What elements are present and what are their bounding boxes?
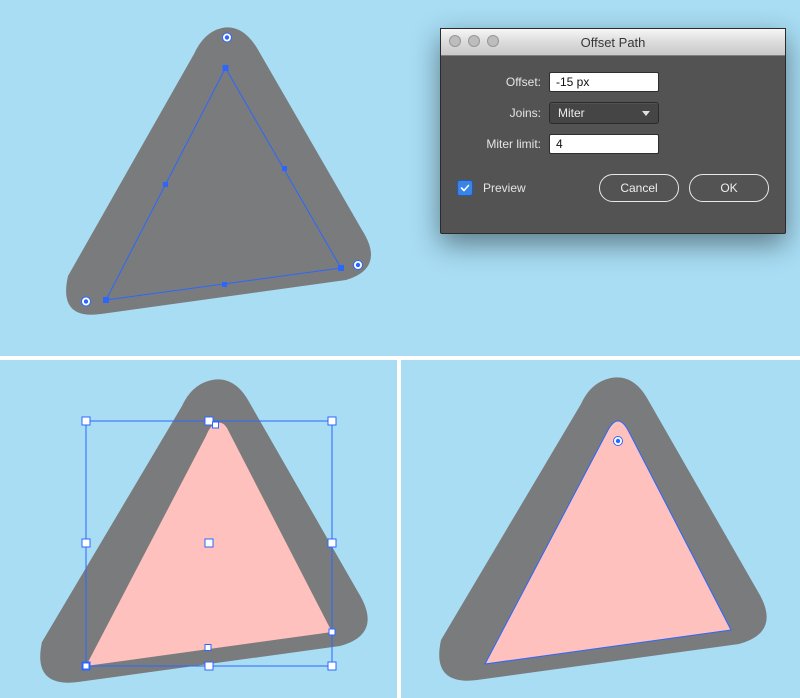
miter-limit-input[interactable]: 4 [549,134,659,154]
offset-label: Offset: [461,75,549,89]
artwork-br-shape[interactable] [425,370,785,698]
miter-limit-label: Miter limit: [461,137,549,151]
ok-button-label: OK [720,181,737,195]
traffic-zoom-icon[interactable] [487,35,499,47]
joins-value: Miter [558,106,585,120]
canvas-bottom-left[interactable] [0,360,397,698]
offset-path-dialog: Offset Path Offset: -15 px Joins: Miter … [440,28,786,234]
canvas-bottom-right[interactable] [401,360,800,698]
offset-input[interactable]: -15 px [549,72,659,92]
cancel-button-label: Cancel [620,181,657,195]
chevron-down-icon [642,111,650,116]
miter-limit-value: 4 [556,137,563,151]
canvas-top[interactable]: Offset Path Offset: -15 px Joins: Miter … [0,0,800,356]
joins-dropdown[interactable]: Miter [549,102,659,124]
artwork-bl-shape[interactable] [26,372,386,698]
joins-label: Joins: [461,106,549,120]
traffic-close-icon[interactable] [449,35,461,47]
dialog-titlebar[interactable]: Offset Path [441,29,785,56]
traffic-minimize-icon[interactable] [468,35,480,47]
preview-label[interactable]: Preview [483,181,526,195]
ok-button[interactable]: OK [689,174,769,202]
window-traffic-lights[interactable] [449,35,499,47]
preview-checkbox[interactable] [457,180,473,196]
artwork-top-shape[interactable] [46,18,396,348]
cancel-button[interactable]: Cancel [599,174,679,202]
offset-value: -15 px [556,75,589,89]
